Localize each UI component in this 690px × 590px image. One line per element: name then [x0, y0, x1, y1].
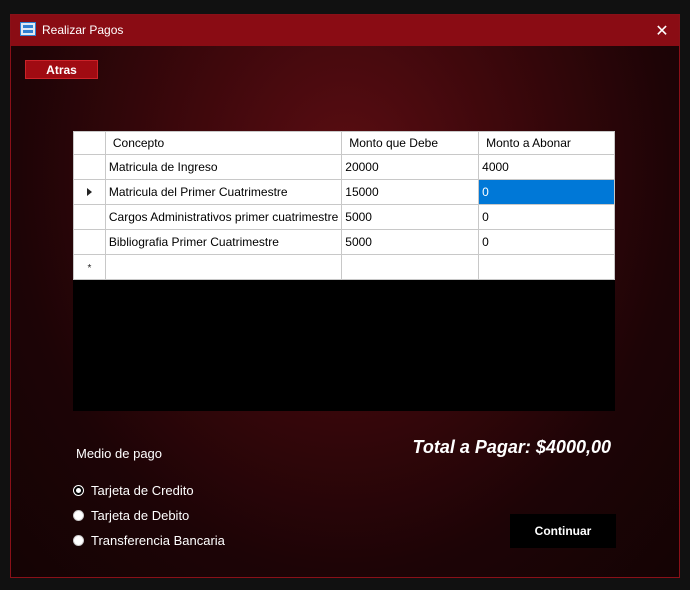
row-header[interactable]	[73, 179, 106, 205]
cell-concepto[interactable]: Matricula del Primer Cuatrimestre	[104, 179, 343, 205]
close-button[interactable]: ✕	[645, 15, 679, 46]
column-header-concepto[interactable]: Concepto	[104, 131, 343, 155]
current-row-arrow-icon	[86, 188, 92, 196]
back-button[interactable]: Atras	[25, 60, 98, 79]
cell-monto-debe[interactable]: 20000	[341, 154, 480, 180]
cell-monto-debe[interactable]: 15000	[341, 179, 480, 205]
payment-method-label: Medio de pago	[76, 446, 163, 461]
continue-button[interactable]: Continuar	[510, 514, 616, 548]
cell-concepto[interactable]: Matricula de Ingreso	[104, 154, 343, 180]
cell-monto-abonar-selected[interactable]: 0	[478, 179, 615, 205]
table-row[interactable]: Matricula de Ingreso 20000 4000	[73, 154, 615, 180]
row-header[interactable]: *	[73, 254, 106, 280]
cell-concepto[interactable]: Cargos Administrativos primer cuatrimest…	[104, 204, 343, 230]
radio-transferencia[interactable]: Transferencia Bancaria	[73, 533, 225, 548]
payment-window: Realizar Pagos ✕ Atras Concepto Monto qu…	[10, 14, 680, 578]
cell-monto-debe[interactable]: 5000	[341, 229, 480, 255]
close-icon: ✕	[655, 22, 669, 40]
radio-unchecked-icon[interactable]	[73, 535, 84, 546]
column-header-monto-abonar[interactable]: Monto a Abonar	[478, 131, 615, 155]
radio-checked-icon[interactable]	[73, 485, 84, 496]
total-label: Total a Pagar: $4000,00	[412, 437, 611, 457]
radio-tarjeta-credito[interactable]: Tarjeta de Credito	[73, 483, 194, 498]
cell-monto-abonar[interactable]: 4000	[478, 154, 615, 180]
title-bar: Realizar Pagos ✕	[11, 15, 679, 46]
cell-concepto-new[interactable]	[104, 254, 343, 280]
new-row-marker-icon: *	[87, 263, 92, 274]
row-header-corner	[73, 131, 106, 155]
table-row[interactable]: Cargos Administrativos primer cuatrimest…	[73, 204, 615, 230]
row-header[interactable]	[73, 204, 106, 230]
row-header[interactable]	[73, 229, 106, 255]
radio-unchecked-icon[interactable]	[73, 510, 84, 521]
cell-monto-debe-new[interactable]	[341, 254, 480, 280]
table-row[interactable]: Matricula del Primer Cuatrimestre 15000 …	[73, 179, 615, 205]
cell-monto-abonar[interactable]: 0	[478, 204, 615, 230]
table-row[interactable]: Bibliografia Primer Cuatrimestre 5000 0	[73, 229, 615, 255]
window-title: Realizar Pagos	[42, 23, 124, 37]
payments-table: Concepto Monto que Debe Monto a Abonar M…	[73, 131, 615, 280]
radio-label[interactable]: Tarjeta de Credito	[91, 483, 194, 498]
new-row[interactable]: *	[73, 254, 615, 280]
cell-concepto[interactable]: Bibliografia Primer Cuatrimestre	[104, 229, 343, 255]
cell-monto-abonar[interactable]: 0	[478, 229, 615, 255]
cell-monto-debe[interactable]: 5000	[341, 204, 480, 230]
radio-label[interactable]: Transferencia Bancaria	[91, 533, 225, 548]
row-header[interactable]	[73, 154, 106, 180]
radio-tarjeta-debito[interactable]: Tarjeta de Debito	[73, 508, 189, 523]
app-form-icon	[20, 22, 36, 36]
column-header-monto-debe[interactable]: Monto que Debe	[341, 131, 480, 155]
radio-label[interactable]: Tarjeta de Debito	[91, 508, 189, 523]
payments-grid[interactable]: Concepto Monto que Debe Monto a Abonar M…	[73, 131, 615, 411]
cell-monto-abonar-new[interactable]	[478, 254, 615, 280]
header-row: Concepto Monto que Debe Monto a Abonar	[73, 131, 615, 155]
